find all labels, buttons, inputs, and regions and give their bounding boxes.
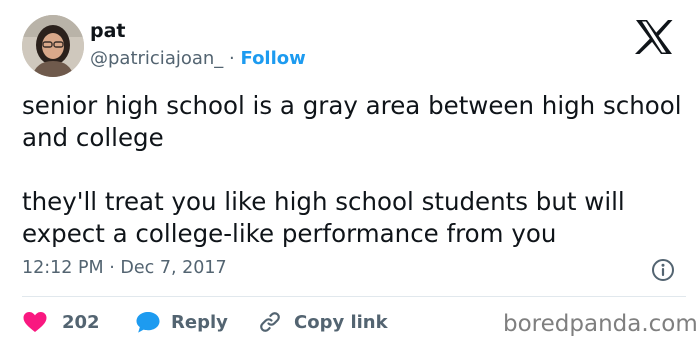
link-icon — [260, 312, 280, 332]
divider — [22, 296, 686, 297]
like-count: 202 — [62, 311, 100, 333]
timestamp-separator: · — [109, 258, 115, 278]
tweet-time: 12:12 PM — [22, 258, 104, 278]
tweet-paragraph: senior high school is a gray area betwee… — [22, 91, 682, 152]
handle-separator: · — [229, 48, 235, 69]
heart-icon — [23, 312, 47, 332]
reply-button[interactable]: Reply — [135, 307, 228, 337]
speech-bubble-icon — [136, 312, 160, 333]
author-handle[interactable]: @patriciajoan_ — [90, 48, 223, 69]
info-icon[interactable] — [651, 258, 675, 282]
follow-button[interactable]: Follow — [241, 48, 306, 69]
avatar-photo — [22, 15, 84, 77]
tweet-text: senior high school is a gray area betwee… — [22, 90, 682, 250]
author-display-name[interactable]: pat — [90, 20, 126, 42]
tweet-paragraph: they'll treat you like high school stude… — [22, 187, 625, 248]
copy-link-label: Copy link — [294, 311, 388, 333]
like-button[interactable]: 202 — [22, 307, 100, 337]
reply-label: Reply — [171, 311, 228, 333]
copy-link-button[interactable]: Copy link — [258, 307, 388, 337]
x-logo-icon[interactable] — [633, 18, 675, 56]
tweet-timestamp[interactable]: 12:12 PM · Dec 7, 2017 — [22, 258, 227, 278]
watermark: boredpanda.com — [503, 311, 698, 337]
avatar[interactable] — [22, 15, 84, 77]
author-handle-row: @patriciajoan_ · Follow — [90, 48, 306, 69]
tweet-date: Dec 7, 2017 — [120, 258, 227, 278]
